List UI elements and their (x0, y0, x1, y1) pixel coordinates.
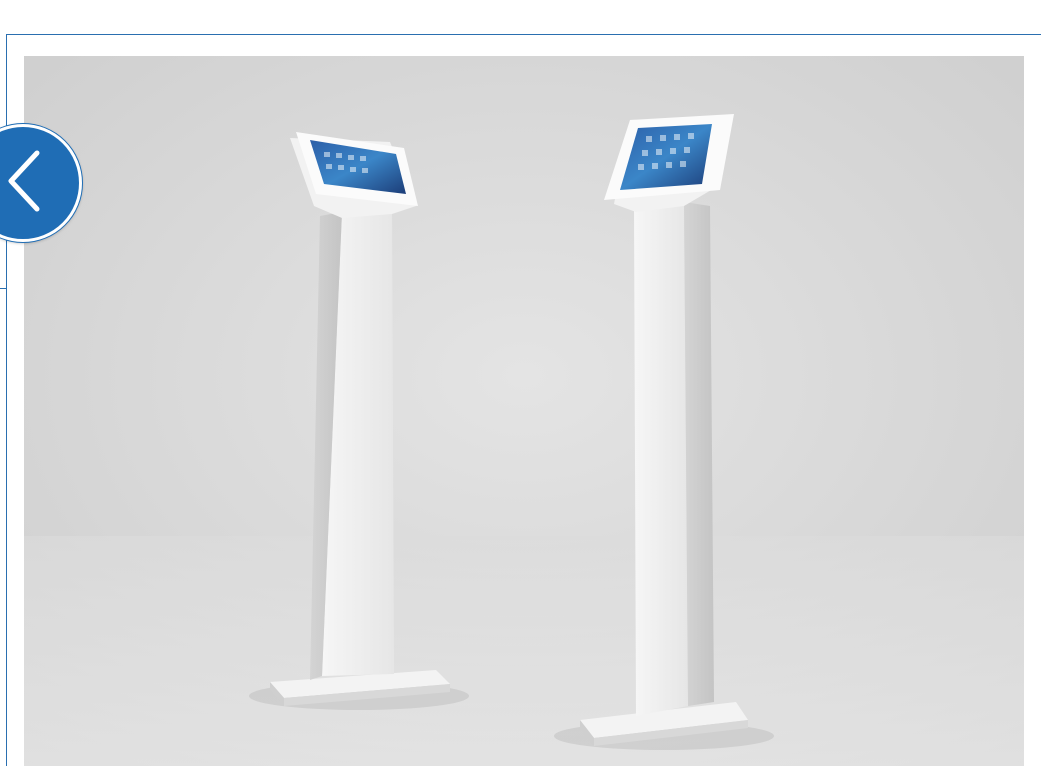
left-border-tick (0, 288, 7, 289)
gallery-image-viewer (24, 56, 1024, 766)
chevron-left-icon (8, 150, 40, 212)
product-gallery-page (0, 0, 1041, 766)
product-image (24, 56, 1024, 766)
top-border (6, 34, 1041, 35)
